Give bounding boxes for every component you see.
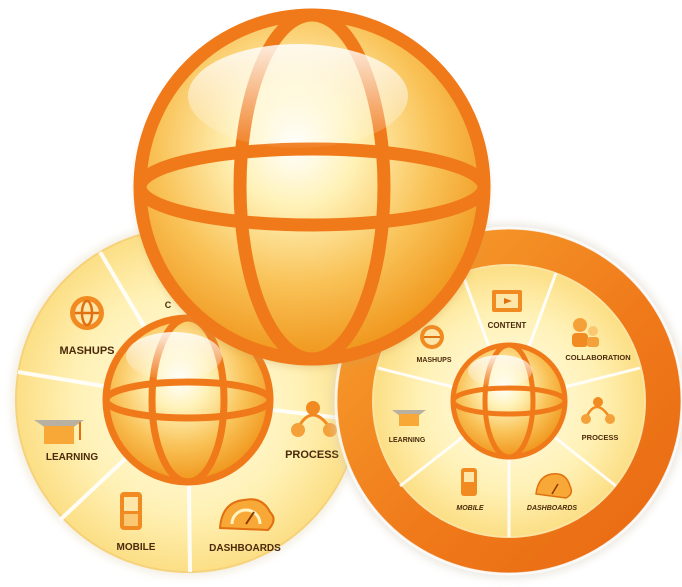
large-globe (133, 8, 491, 368)
right-hub-globe (450, 342, 568, 460)
left-label-dashboards: DASHBOARDS (209, 543, 281, 554)
right-label-content: CONTENT (488, 321, 527, 330)
right-segment-content[interactable]: CONTENT (488, 290, 527, 330)
right-label-mashups: MASHUPS (416, 357, 451, 364)
left-label-hidden-fragment: C (165, 300, 172, 310)
left-label-learning: LEARNING (46, 452, 98, 463)
right-label-dashboards: DASHBOARDS (527, 505, 578, 512)
illustration-canvas: MASHUPS C PROCESS DASHBOARDS MOBILE LEAR… (11, 8, 682, 579)
mobile-phone-icon (461, 468, 477, 496)
mobile-phone-icon (120, 492, 142, 530)
globe-wheel-illustration: MASHUPS C PROCESS DASHBOARDS MOBILE LEAR… (0, 0, 682, 587)
right-label-process: PROCESS (582, 433, 619, 442)
left-label-process: PROCESS (285, 449, 339, 461)
right-label-mobile: MOBILE (456, 505, 484, 512)
left-label-mashups: MASHUPS (59, 345, 114, 357)
content-document-icon (492, 290, 522, 312)
right-label-learning: LEARNING (389, 437, 426, 444)
large-globe-highlight (188, 44, 408, 148)
right-label-collaboration: COLLABORATION (565, 353, 630, 362)
mashups-globe-icon (70, 296, 104, 330)
left-label-mobile: MOBILE (117, 542, 156, 553)
mashups-globe-icon (420, 325, 444, 349)
